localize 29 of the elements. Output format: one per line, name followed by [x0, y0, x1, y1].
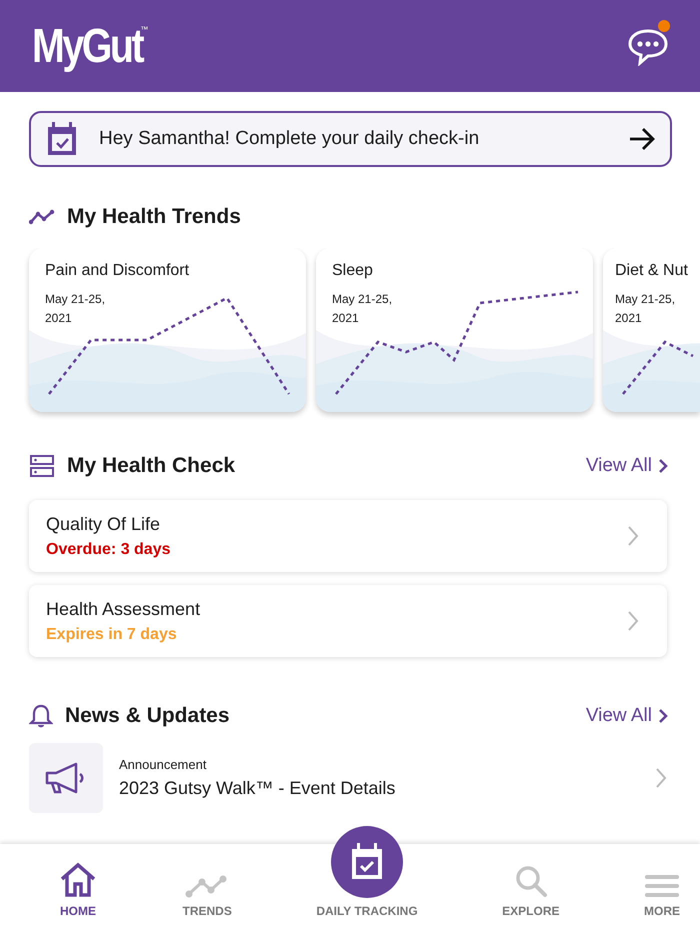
nav-tab[interactable]: EXPLORE	[502, 864, 560, 918]
trademark-mark: ™	[140, 24, 148, 34]
nav-tab[interactable]: HOME	[58, 862, 98, 918]
check-title: Quality Of Life	[46, 514, 162, 534]
date-range: May 21-25, 2021	[615, 291, 676, 327]
date-range: May 21-25, 2021	[332, 291, 394, 327]
check-status: Overdue: 3 days	[46, 540, 170, 558]
section-title: News & Updates	[65, 704, 230, 728]
app-logo: MyGut	[32, 18, 142, 74]
daily-check-in-banner[interactable]: Hey Samantha! Complete your daily check-in	[29, 111, 672, 167]
health-check-card[interactable]: Health Assessment Expires in 7 days	[29, 585, 667, 657]
news-category: Announcement	[119, 757, 208, 772]
trend-card[interactable]: Sleep May 21-25, 2021	[316, 248, 593, 412]
view-all-link[interactable]: View All	[586, 705, 668, 727]
check-status: Expires in 7 days	[46, 626, 178, 644]
news-title[interactable]: 2023 Gutsy Walk™ - Event Details	[119, 778, 639, 799]
trend-card[interactable]: Pain and Discomfort May 21-25, 2021	[29, 248, 306, 412]
health-check-card[interactable]: Quality Of Life Overdue: 3 days	[29, 500, 667, 572]
section-title: My Health Trends	[67, 205, 241, 229]
view-all-link[interactable]: View All	[586, 455, 668, 477]
card-title: Diet & Nut	[615, 262, 689, 280]
date-range: May 21-25, 2021	[45, 291, 106, 327]
nav-tab[interactable]: TRENDS	[182, 874, 232, 918]
check-title: Health Assessment	[46, 598, 200, 620]
card-title: Sleep	[332, 262, 374, 280]
trend-card[interactable]: Diet & Nut May 21-25, 2021	[603, 248, 700, 412]
section-title: My Health Check	[67, 454, 236, 478]
card-title: Pain and Discomfort	[45, 262, 190, 280]
nav-tab[interactable]: MORE	[644, 874, 680, 918]
